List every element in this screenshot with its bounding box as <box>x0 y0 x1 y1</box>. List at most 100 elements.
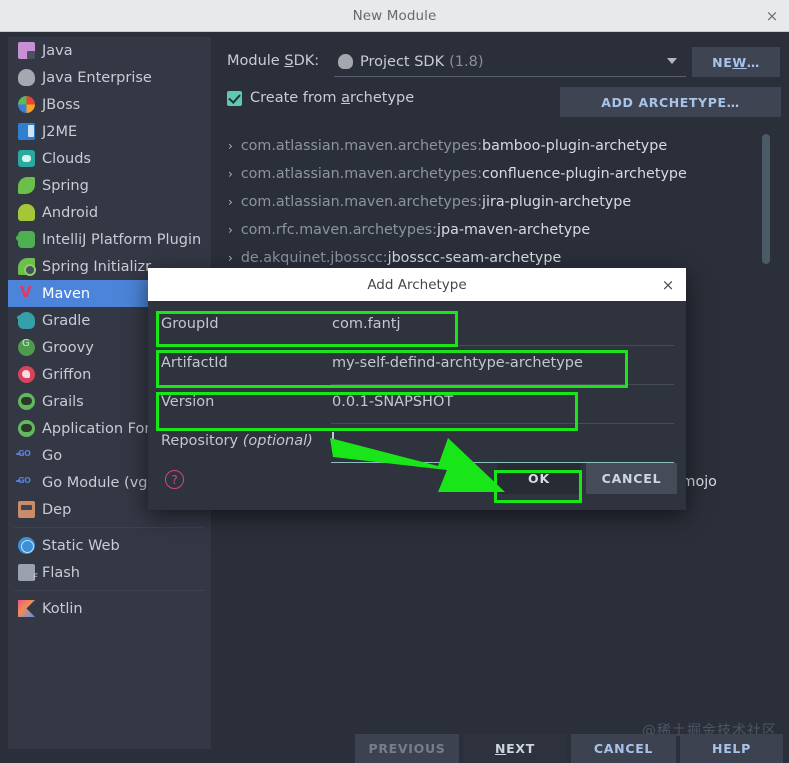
sidebar-item-clouds[interactable]: Clouds <box>8 145 211 172</box>
add-archetype-dialog: Add Archetype × GroupId com.fantj Artifa… <box>148 268 686 510</box>
window-title: New Module <box>352 7 437 24</box>
create-from-archetype-label: Create from archetype <box>250 90 415 106</box>
archetype-artifact: jira-plugin-archetype <box>482 194 632 210</box>
java-icon <box>338 54 353 69</box>
archetype-group: com.atlassian.maven.archetypes: <box>240 166 483 182</box>
chevron-right-icon[interactable]: › <box>228 167 233 181</box>
sidebar-item-label: Go Module (vg <box>42 474 148 491</box>
sidebar-item-label: Java Enterprise <box>42 69 152 86</box>
sidebar-item-label: Java <box>42 42 73 59</box>
sidebar-item-label: Grails <box>42 393 84 410</box>
repository-label: Repository (optional) <box>161 433 313 449</box>
sidebar-item-label: Dep <box>42 501 72 518</box>
flash-icon <box>18 564 38 583</box>
sidebar-item-label: Spring <box>42 177 89 194</box>
archetype-group: com.rfc.maven.archetypes: <box>240 222 438 238</box>
grails-icon <box>18 393 35 410</box>
sidebar-item-label: Kotlin <box>42 600 83 617</box>
sidebar-item-label: Groovy <box>42 339 94 356</box>
groupid-label: GroupId <box>161 316 219 332</box>
version-field[interactable]: Version 0.0.1-SNAPSHOT <box>148 385 686 424</box>
sidebar-item-kotlin[interactable]: Kotlin <box>8 595 211 622</box>
dialog-body: GroupId com.fantj ArtifactId my-self-def… <box>148 301 686 510</box>
artifactid-field[interactable]: ArtifactId my-self-defind-archtype-arche… <box>148 346 686 385</box>
chevron-down-icon[interactable] <box>667 58 677 64</box>
sidebar-item-label: Clouds <box>42 150 91 167</box>
sidebar-item-java[interactable]: Java <box>8 37 211 64</box>
new-sdk-button[interactable]: NE W… <box>692 47 780 77</box>
close-icon[interactable]: × <box>761 5 783 27</box>
static-web-icon <box>18 537 35 554</box>
module-sdk-row: Module SDK: Project SDK (1.8) NE W… <box>227 47 781 79</box>
kotlin-icon <box>18 600 35 617</box>
archetype-artifact: confluence-plugin-archetype <box>482 166 687 182</box>
artifactid-label: ArtifactId <box>161 355 228 371</box>
archetype-list-item[interactable]: › com.rfc.maven.archetypes: jpa-maven-arch… <box>222 216 778 244</box>
sidebar-item-j2me[interactable]: J2ME <box>8 118 211 145</box>
window-title-bar: New Module × <box>0 0 789 32</box>
go-icon <box>16 474 35 491</box>
sidebar-item-flash[interactable]: Flash <box>8 559 211 586</box>
sidebar-item-label: Static Web <box>42 537 120 554</box>
dep-icon <box>18 501 35 518</box>
version-label: Version <box>161 394 215 410</box>
java-icon <box>18 69 35 86</box>
module-sdk-value: Project SDK <box>360 53 445 70</box>
ok-button[interactable]: OK <box>497 463 581 494</box>
sidebar-item-android[interactable]: Android <box>8 199 211 226</box>
next-button[interactable]: N EXT <box>463 734 567 763</box>
griffon-icon <box>18 366 35 383</box>
text-cursor <box>332 432 334 452</box>
plugin-icon <box>16 231 35 248</box>
archetype-list-scrollbar-thumb[interactable] <box>762 134 770 264</box>
wizard-footer: PREVIOUS N EXT CANCEL HELP <box>0 734 789 763</box>
sidebar-item-label: Maven <box>42 285 91 302</box>
groupid-field[interactable]: GroupId com.fantj <box>148 307 686 346</box>
archetype-list-scrollbar-track[interactable] <box>762 132 774 697</box>
spring-icon <box>18 177 35 194</box>
sidebar-item-java-enterprise[interactable]: Java Enterprise <box>8 64 211 91</box>
cancel-button[interactable]: CANCEL <box>586 463 677 494</box>
clouds-icon <box>18 150 35 167</box>
chevron-right-icon[interactable]: › <box>228 139 233 153</box>
sidebar-item-intellij-platform-plugin[interactable]: IntelliJ Platform Plugin <box>8 226 211 253</box>
create-from-archetype-checkbox[interactable]: Create from archetype <box>227 90 414 106</box>
repository-field[interactable]: Repository (optional) <box>148 424 686 463</box>
cancel-button[interactable]: CANCEL <box>571 734 676 763</box>
archetype-group: de.akquinet.jbosscc: <box>240 250 388 266</box>
sidebar-item-spring[interactable]: Spring <box>8 172 211 199</box>
sidebar-item-label: Flash <box>42 564 80 581</box>
sidebar-item-label: Android <box>42 204 99 221</box>
close-icon[interactable]: × <box>658 275 678 295</box>
groupid-value: com.fantj <box>332 316 401 332</box>
go-icon <box>16 447 35 464</box>
dialog-title-bar: Add Archetype × <box>148 268 686 301</box>
sidebar-divider <box>14 590 205 591</box>
j2me-icon <box>18 123 35 140</box>
sidebar-item-jboss[interactable]: JBoss <box>8 91 211 118</box>
module-sdk-version: (1.8) <box>449 53 484 70</box>
chevron-right-icon[interactable]: › <box>228 251 233 265</box>
add-archetype-button[interactable]: ADD ARCHETYPE… <box>560 87 781 117</box>
module-sdk-select[interactable]: Project SDK (1.8) <box>334 47 686 77</box>
archetype-group: com.atlassian.maven.archetypes: <box>240 194 483 210</box>
archetype-list-item[interactable]: › com.atlassian.maven.archetypes: confluen… <box>222 160 778 188</box>
version-value: 0.0.1-SNAPSHOT <box>332 394 454 410</box>
maven-icon <box>18 283 35 302</box>
groovy-icon <box>18 338 35 356</box>
sidebar-item-label: Spring Initializr <box>42 258 152 275</box>
sidebar-item-label: J2ME <box>42 123 78 140</box>
appforge-icon <box>18 420 35 437</box>
archetype-artifact: jpa-maven-archetype <box>437 222 591 238</box>
help-button[interactable]: HELP <box>680 734 783 763</box>
chevron-right-icon[interactable]: › <box>228 223 233 237</box>
sidebar-item-static-web[interactable]: Static Web <box>8 532 211 559</box>
help-icon[interactable]: ? <box>165 470 184 489</box>
archetype-list-item[interactable]: › com.atlassian.maven.archetypes: bamboo-p… <box>222 132 778 160</box>
folder-icon <box>18 42 35 59</box>
chevron-right-icon[interactable]: › <box>228 195 233 209</box>
sidebar-item-label: Griffon <box>42 366 92 383</box>
module-sdk-label: Module SDK: <box>227 53 320 69</box>
create-from-archetype-row: Create from archetype ADD ARCHETYPE… <box>227 87 781 117</box>
archetype-list-item[interactable]: › com.atlassian.maven.archetypes: jira-plu… <box>222 188 778 216</box>
